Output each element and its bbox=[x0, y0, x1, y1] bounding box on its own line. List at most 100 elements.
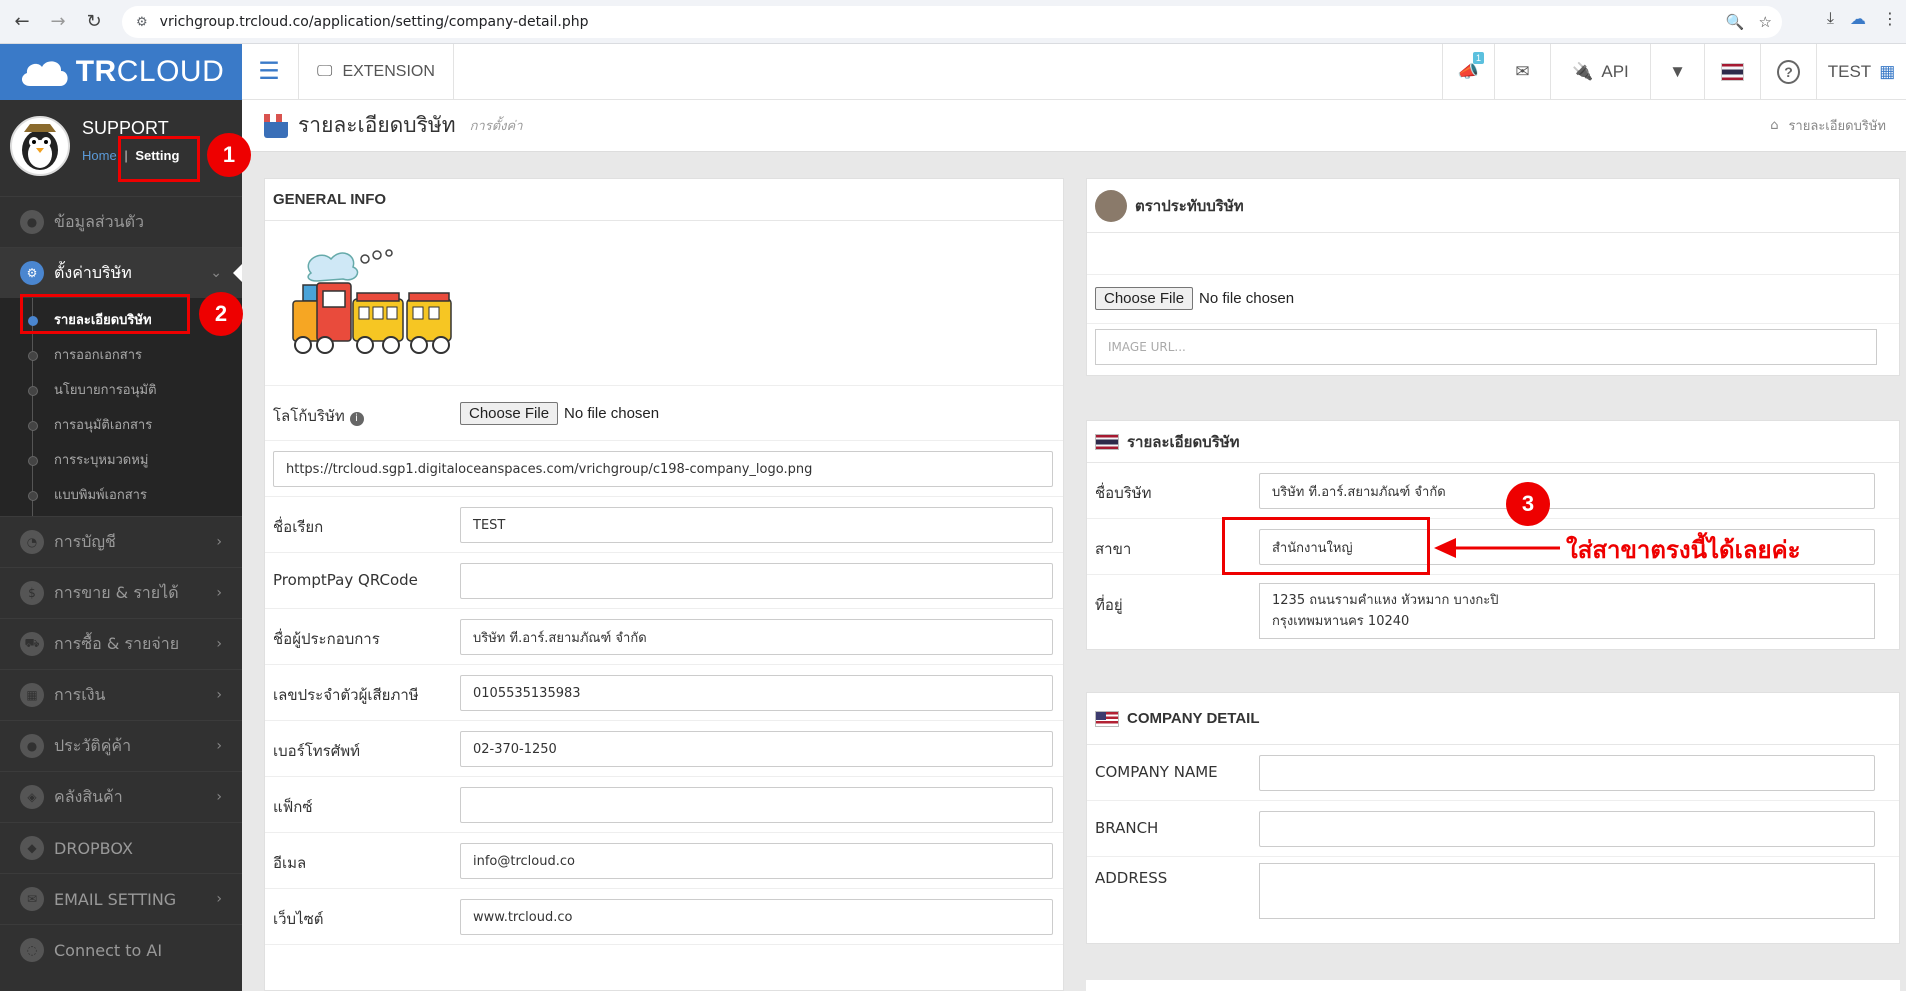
caret-down-icon: ▼ bbox=[1669, 62, 1686, 81]
bookmark-star-icon[interactable]: ☆ bbox=[1759, 13, 1772, 31]
promptpay-input[interactable] bbox=[460, 563, 1053, 599]
us-flag-icon bbox=[1095, 710, 1119, 727]
store-icon bbox=[264, 113, 288, 138]
address-en-textarea[interactable] bbox=[1259, 863, 1875, 919]
tax-id-input[interactable]: 0105535135983 bbox=[460, 675, 1053, 711]
active-indicator bbox=[233, 264, 242, 282]
dropbox-icon: ◆ bbox=[20, 836, 44, 860]
sub-item-print-templates[interactable]: แบบพิมพ์เอกสาร bbox=[0, 477, 242, 512]
field-label: เว็บไซต์ bbox=[273, 910, 324, 928]
logo-url-input[interactable]: https://trcloud.sgp1.digitaloceanspaces.… bbox=[273, 451, 1053, 487]
mail-button[interactable]: ✉ bbox=[1494, 44, 1550, 100]
fax-input[interactable] bbox=[460, 787, 1053, 823]
branch-en-row: BRANCH bbox=[1087, 801, 1899, 857]
address-line: 1235 ถนนรามคำแหง หัวหมาก บางกะปิ bbox=[1272, 593, 1499, 608]
annotation-box-branch bbox=[1222, 517, 1430, 575]
chevron-right-icon: › bbox=[216, 687, 222, 703]
sidebar-item-sales[interactable]: $ การขาย & รายได้ › bbox=[0, 567, 242, 618]
english-company-detail-panel: COMPANY DETAIL COMPANY NAME BRANCH ADDRE… bbox=[1086, 692, 1900, 944]
sidebar-item-email-setting[interactable]: ✉ EMAIL SETTING › bbox=[0, 873, 242, 924]
home-icon[interactable]: ⌂ bbox=[1770, 118, 1778, 133]
annotation-note: ใส่สาขาตรงนี้ได้เลยค่ะ bbox=[1566, 536, 1801, 564]
address-row: ที่อยู่ 1235 ถนนรามคำแหง หัวหมาก บางกะปิ… bbox=[1087, 575, 1899, 651]
company-name-en-row: COMPANY NAME bbox=[1087, 745, 1899, 801]
panel-title-text: ตราประทับบริษัท bbox=[1135, 197, 1244, 215]
sub-item-document-approval[interactable]: การอนุมัติเอกสาร bbox=[0, 407, 242, 442]
language-button[interactable] bbox=[1704, 44, 1760, 100]
choose-file-button[interactable]: Choose File bbox=[1095, 287, 1194, 310]
address-textarea[interactable]: 1235 ถนนรามคำแหง หัวหมาก บางกะปิ กรุงเทพ… bbox=[1259, 583, 1875, 639]
gear-icon: ⚙ bbox=[20, 261, 44, 285]
sidebar-item-connect-ai[interactable]: ◌ Connect to AI bbox=[0, 924, 242, 975]
browser-toolbar: ← → ↻ ⚙ vrichgroup.trcloud.co/applicatio… bbox=[0, 0, 1906, 44]
email-input[interactable]: info@trcloud.co bbox=[460, 843, 1053, 879]
megaphone-icon: 📣 bbox=[1457, 62, 1480, 81]
seal-file-input[interactable]: Choose File No file chosen bbox=[1095, 287, 1294, 310]
sidebar-item-company-settings[interactable]: ⚙ ตั้งค่าบริษัท ⌄ bbox=[0, 247, 242, 298]
sidebar-item-inventory[interactable]: ◈ คลังสินค้า › bbox=[0, 771, 242, 822]
sidebar-item-label: ข้อมูลส่วนตัว bbox=[54, 211, 144, 231]
panel-title-text: COMPANY DETAIL bbox=[1127, 710, 1260, 727]
panel-title-text: รายละเอียดบริษัท bbox=[1127, 433, 1240, 451]
seal-image-url-input[interactable]: IMAGE URL... bbox=[1095, 329, 1877, 365]
thai-flag-icon bbox=[1095, 433, 1119, 450]
sub-item-categories[interactable]: การระบุหมวดหมู่ bbox=[0, 442, 242, 477]
company-name-input[interactable]: บริษัท ที.อาร์.สยามภัณฑ์ จำกัด bbox=[1259, 473, 1875, 509]
field-label: ชื่อบริษัท bbox=[1095, 484, 1152, 502]
panel-title: GENERAL INFO bbox=[265, 179, 1063, 221]
website-input[interactable]: www.trcloud.co bbox=[460, 899, 1053, 935]
brand-text-bold: TR bbox=[75, 55, 117, 88]
profile-cloud-icon[interactable]: ☁ bbox=[1850, 9, 1866, 28]
panel-title: รายละเอียดบริษัท bbox=[1087, 421, 1899, 463]
sidebar-item-profile[interactable]: ● ข้อมูลส่วนตัว bbox=[0, 196, 242, 247]
cloud-logo-icon bbox=[21, 61, 68, 86]
sidebar-item-dropbox[interactable]: ◆ DROPBOX bbox=[0, 822, 242, 873]
dropdown-button[interactable]: ▼ bbox=[1650, 44, 1704, 100]
field-label: ชื่อผู้ประกอบการ bbox=[273, 630, 380, 648]
sidebar-item-contacts[interactable]: ● ประวัติคู่ค้า › bbox=[0, 720, 242, 771]
site-info-icon[interactable]: ⚙ bbox=[136, 15, 148, 30]
alias-input[interactable]: TEST bbox=[460, 507, 1053, 543]
avatar[interactable] bbox=[10, 116, 70, 176]
sidebar: SUPPORT Home | Setting ● ข้อมูลส่วนตัว ⚙… bbox=[0, 100, 242, 991]
reload-icon[interactable]: ↻ bbox=[80, 8, 108, 36]
company-name-en-input[interactable] bbox=[1259, 755, 1875, 791]
field-label: สาขา bbox=[1095, 540, 1132, 558]
address-bar[interactable]: ⚙ vrichgroup.trcloud.co/application/sett… bbox=[122, 6, 1782, 38]
phone-input[interactable]: 02-370-1250 bbox=[460, 731, 1053, 767]
sidebar-item-label: คลังสินค้า bbox=[54, 786, 123, 806]
api-button[interactable]: 🔌 API bbox=[1550, 44, 1650, 100]
sub-item-approval-policy[interactable]: นโยบายการอนุมัติ bbox=[0, 372, 242, 407]
pie-chart-icon: ◔ bbox=[20, 530, 44, 554]
sub-item-document-issuing[interactable]: การออกเอกสาร bbox=[0, 337, 242, 372]
choose-file-button[interactable]: Choose File bbox=[460, 402, 559, 425]
sidebar-item-purchases[interactable]: ⛟ การซื้อ & รายจ่าย › bbox=[0, 618, 242, 669]
menu-toggle-icon[interactable]: ☰ bbox=[256, 58, 282, 84]
seal-file-row: Choose File No file chosen bbox=[1087, 274, 1899, 324]
back-icon[interactable]: ← bbox=[8, 8, 36, 36]
user-menu[interactable]: TEST ▦ bbox=[1816, 44, 1906, 100]
field-label: อีเมล bbox=[273, 854, 307, 872]
browser-menu-icon[interactable]: ⋮ bbox=[1882, 9, 1898, 28]
chevron-right-icon: › bbox=[216, 891, 222, 907]
help-button[interactable]: ? bbox=[1760, 44, 1816, 100]
announcement-button[interactable]: 📣 1 bbox=[1442, 44, 1494, 100]
home-link[interactable]: Home bbox=[82, 148, 117, 163]
field-label: ชื่อเรียก bbox=[273, 518, 324, 536]
download-icon[interactable]: ⤓ bbox=[1827, 8, 1834, 28]
brand-logo[interactable]: TR CLOUD bbox=[0, 44, 242, 100]
forward-icon[interactable]: → bbox=[44, 8, 72, 36]
sidebar-item-label: ตั้งค่าบริษัท bbox=[54, 262, 132, 282]
sidebar-item-label: DROPBOX bbox=[54, 838, 133, 858]
zoom-icon[interactable]: 🔍 bbox=[1726, 13, 1745, 31]
chevron-right-icon: › bbox=[216, 636, 222, 652]
breadcrumb-current: รายละเอียดบริษัท bbox=[1788, 119, 1886, 134]
operator-name-input[interactable]: บริษัท ที.อาร์.สยามภัณฑ์ จำกัด bbox=[460, 619, 1053, 655]
logo-file-input[interactable]: Choose File No file chosen bbox=[460, 402, 659, 425]
sidebar-item-finance[interactable]: ▦ การเงิน › bbox=[0, 669, 242, 720]
sidebar-item-label: Connect to AI bbox=[54, 940, 163, 960]
extension-tab[interactable]: 🖵 EXTENSION bbox=[298, 44, 454, 100]
field-label: BRANCH bbox=[1095, 819, 1159, 837]
branch-en-input[interactable] bbox=[1259, 811, 1875, 847]
sidebar-item-accounting[interactable]: ◔ การบัญชี › bbox=[0, 516, 242, 567]
